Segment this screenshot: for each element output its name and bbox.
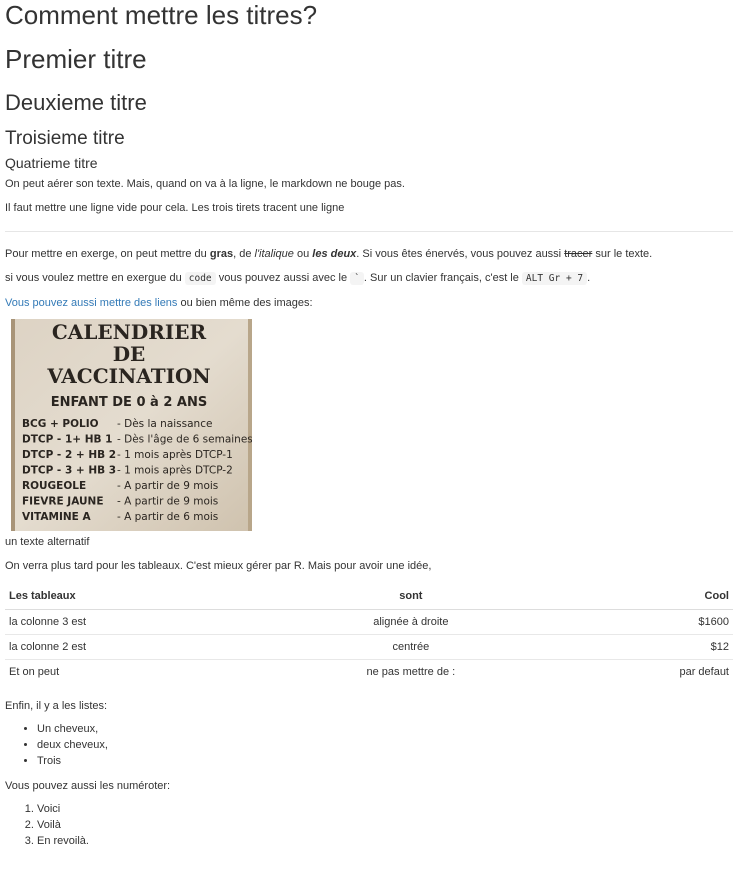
image-row-value: - A partir de 9 mois <box>117 496 218 508</box>
table-cell: alignée à droite <box>373 616 449 628</box>
document: Comment mettre les titres? Premier titre… <box>5 0 733 849</box>
table-cell: la colonne 3 est <box>9 616 87 628</box>
image-row-value: - Dès la naissance <box>117 418 212 430</box>
table-cell: par defaut <box>557 659 733 684</box>
code-mid: vous pouvez aussi avec le <box>215 272 351 284</box>
image-row-label: DTCP - 2 + HB 2 <box>22 449 116 461</box>
image-row-value: - Dès l'âge de 6 semaines <box>117 434 252 446</box>
table-header-row: Les tableaux sont Cool <box>5 583 733 610</box>
numbered-list: Voici Voilà En revoilà. <box>5 801 733 849</box>
image-line-1: CALENDRIER <box>52 320 207 344</box>
strikethrough-text: tracer <box>564 248 593 260</box>
image-row-label: DTCP - 3 + HB 3 <box>22 465 116 477</box>
intro-paragraph-1: On peut aérer son texte. Mais, quand on … <box>5 178 405 190</box>
inline-code-altgr: ALT Gr + 7 <box>521 272 588 285</box>
image-row-label: FIEVRE JAUNE <box>22 496 104 508</box>
intro-paragraph-2: Il faut mettre une ligne vide pour cela.… <box>5 202 345 214</box>
heading-troisieme: Troisieme titre <box>5 128 125 149</box>
code-prefix: si vous voulez mettre en exergue du <box>5 272 185 284</box>
emphasis-suffix: sur le texte. <box>592 248 653 260</box>
italic-text: l'italique <box>254 248 294 260</box>
link-suffix: ou bien même des images: <box>177 297 313 309</box>
image-row-label: ROUGEOLE <box>22 480 86 492</box>
image-alt-text: un texte alternatif <box>5 536 90 548</box>
inline-code-code: code <box>184 272 216 285</box>
emphasis-paragraph: Pour mettre en exerge, on peut mettre du… <box>5 247 733 261</box>
inline-code-backtick: ` <box>350 272 364 285</box>
list-item: En revoilà. <box>37 833 733 849</box>
list-item: Trois <box>37 753 733 769</box>
bold-text: gras <box>209 248 234 260</box>
table-cell: ne pas mettre de : <box>263 659 558 684</box>
heading-deuxieme: Deuxieme titre <box>5 90 147 115</box>
table-cell: la colonne 2 est <box>5 634 264 660</box>
image-row-label: DTCP - 1+ HB 1 <box>22 434 112 446</box>
link-paragraph: Vous pouvez aussi mettre des liens ou bi… <box>5 296 733 310</box>
heading-quatrieme: Quatrieme titre <box>5 155 98 171</box>
table-row: la colonne 2 est centrée $12 <box>5 634 733 660</box>
numbered-intro: Vous pouvez aussi les numéroter: <box>5 780 171 792</box>
page-title: Comment mettre les titres? <box>5 0 318 30</box>
markdown-table: Les tableaux sont Cool la colonne 3 est … <box>5 583 733 684</box>
emphasis-sep3: . Si vous êtes énervés, vous pouvez auss… <box>356 248 565 260</box>
bullet-list: Un cheveux, deux cheveux, Trois <box>5 721 733 769</box>
image-row-label: BCG + POLIO <box>22 418 99 430</box>
code-mid2: . Sur un clavier français, c'est le <box>363 272 522 284</box>
image-row-value: - A partir de 9 mois <box>117 480 218 492</box>
table-header-cell: Cool <box>557 583 733 610</box>
bold-italic-text: les deux <box>312 248 357 260</box>
table-cell: $1600 <box>698 616 729 628</box>
code-suffix: . <box>587 272 591 284</box>
table-header-cell: sont <box>263 583 558 610</box>
emphasis-sep1: , de <box>233 248 255 260</box>
vaccination-calendar-image: CALENDRIER DE VACCINATION ENFANT DE 0 à … <box>11 319 252 531</box>
heading-premier: Premier titre <box>5 44 147 74</box>
horizontal-rule <box>5 231 733 232</box>
table-cell: $12 <box>557 634 733 660</box>
image-row-label: VITAMINE A <box>22 511 91 523</box>
image-row-value: - 1 mois après DTCP-2 <box>117 465 233 477</box>
list-item: deux cheveux, <box>37 737 733 753</box>
table-header-cell: Les tableaux <box>5 583 264 610</box>
table-row: Et on peut ne pas mettre de : par defaut <box>5 659 733 684</box>
example-link[interactable]: Vous pouvez aussi mettre des liens <box>5 297 177 309</box>
lists-intro: Enfin, il y a les listes: <box>5 700 108 712</box>
table-intro: On verra plus tard pour les tableaux. C'… <box>5 560 432 572</box>
emphasis-sep2: ou <box>293 248 313 260</box>
table-cell: Et on peut <box>5 659 264 684</box>
image-line-2: DE <box>113 342 146 366</box>
table-row: la colonne 3 est alignée à droite $1600 <box>5 610 733 635</box>
table-cell: centrée <box>263 634 558 660</box>
image-line-3: VACCINATION <box>46 364 210 388</box>
image-line-4: ENFANT DE 0 à 2 ANS <box>51 395 207 410</box>
list-item: Voici <box>37 801 733 817</box>
image-row-value: - A partir de 6 mois <box>117 511 218 523</box>
image-row-value: - 1 mois après DTCP-1 <box>117 449 233 461</box>
list-item: Voilà <box>37 817 733 833</box>
code-paragraph: si vous voulez mettre en exergue du code… <box>5 271 733 286</box>
emphasis-prefix: Pour mettre en exerge, on peut mettre du <box>5 248 210 260</box>
list-item: Un cheveux, <box>37 721 733 737</box>
